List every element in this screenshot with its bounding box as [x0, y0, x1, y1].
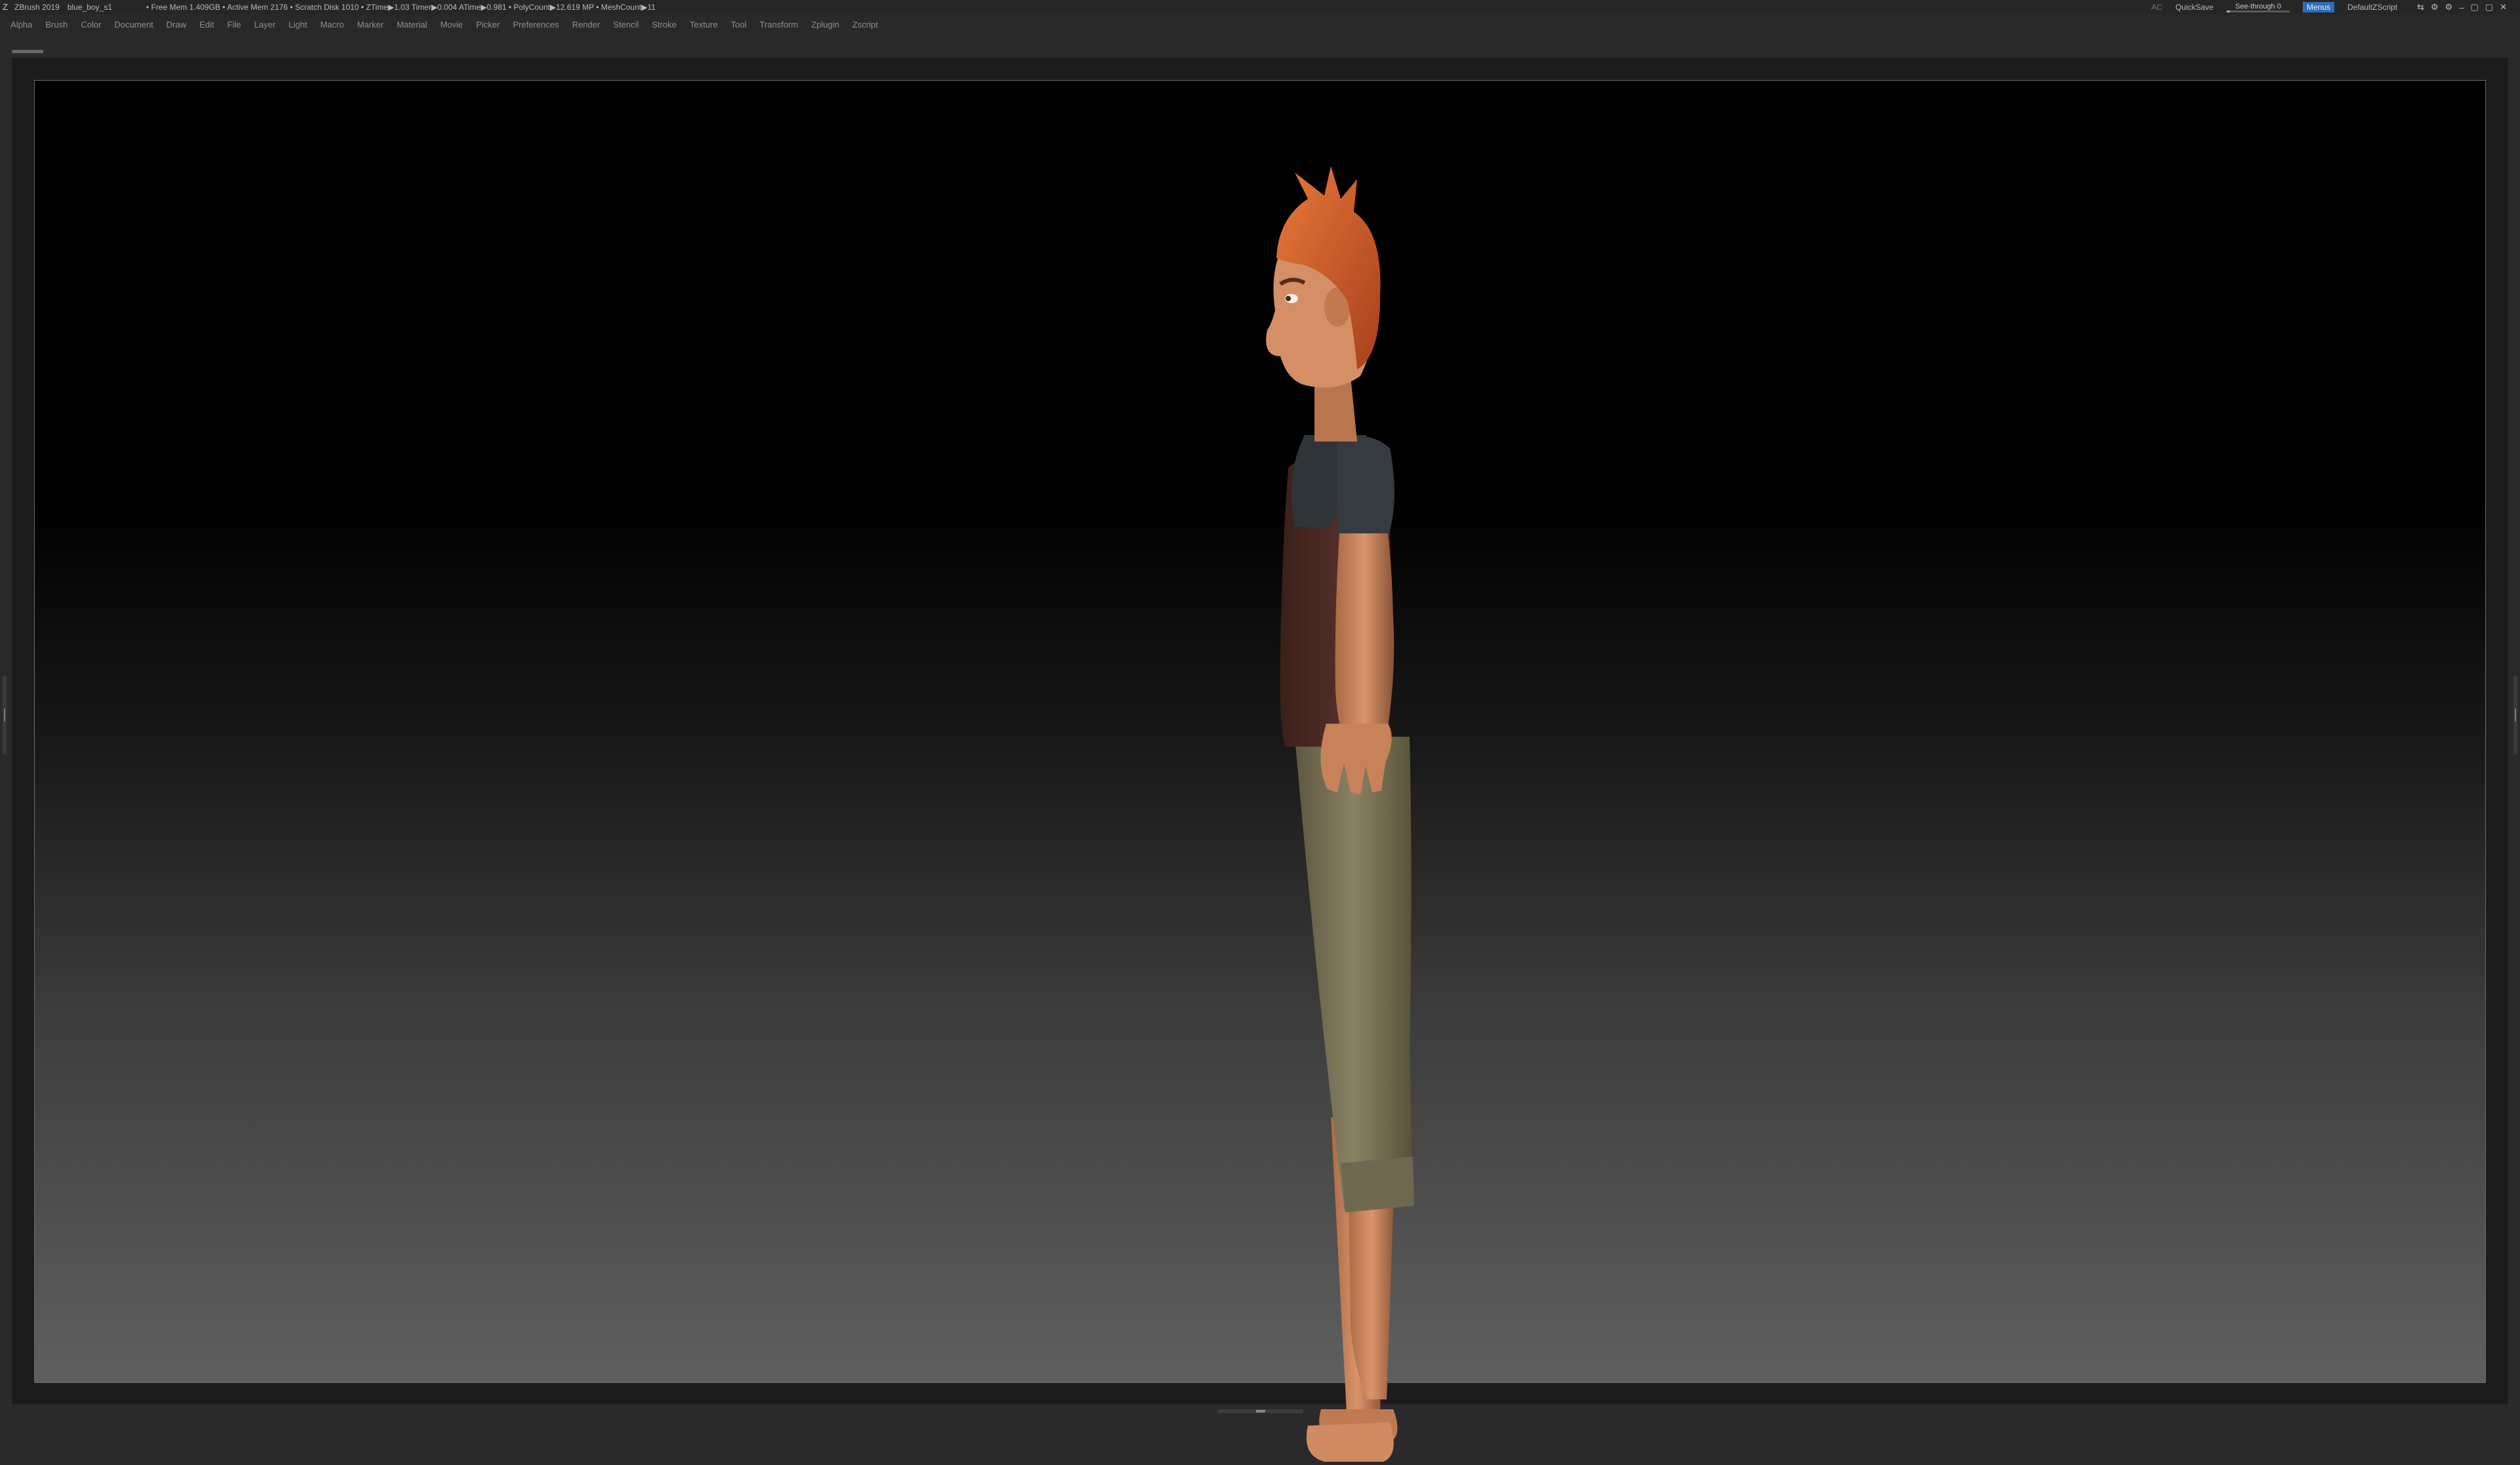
left-tray-handle[interactable]: [3, 676, 7, 754]
menu-macro[interactable]: Macro: [320, 20, 344, 30]
menu-color[interactable]: Color: [81, 20, 101, 30]
menu-marker[interactable]: Marker: [357, 20, 383, 30]
menu-stencil[interactable]: Stencil: [613, 20, 639, 30]
lock-icon[interactable]: ▢: [2471, 2, 2479, 12]
layout-arrows-icon[interactable]: ⇆: [2417, 2, 2424, 12]
menu-light[interactable]: Light: [289, 20, 307, 30]
interface-icon[interactable]: ⚙: [2431, 2, 2439, 12]
menu-document[interactable]: Document: [114, 20, 153, 30]
minimize-icon[interactable]: –: [2459, 3, 2464, 12]
menu-texture[interactable]: Texture: [690, 20, 718, 30]
menu-zscript[interactable]: Zscript: [852, 20, 878, 30]
pants: [1295, 737, 1413, 1209]
window-controls-icon: ⇆ ⚙ ⚙ – ▢ ▢ ✕: [2410, 2, 2507, 12]
project-name: blue_boy_s1: [67, 3, 112, 12]
shirt-sleeve: [1337, 436, 1395, 537]
title-bar: Z ZBrush 2019 blue_boy_s1 • Free Mem 1.4…: [0, 0, 2520, 14]
see-through-label: See-through 0: [2235, 3, 2281, 10]
quicksave-button[interactable]: QuickSave: [2175, 3, 2214, 12]
see-through-slider[interactable]: See-through 0: [2226, 2, 2290, 12]
ac-button[interactable]: AC: [2151, 3, 2162, 12]
default-zscript-button[interactable]: DefaultZScript: [2347, 3, 2397, 12]
menu-file[interactable]: File: [227, 20, 241, 30]
see-through-fill: [2226, 10, 2230, 12]
arm: [1335, 533, 1395, 737]
menu-zplugin[interactable]: Zplugin: [811, 20, 839, 30]
zbrush-logo-icon: Z: [3, 2, 8, 12]
tray-strip: [0, 34, 2520, 58]
right-tray-handle[interactable]: [2513, 676, 2517, 754]
menu-transform[interactable]: Transform: [759, 20, 798, 30]
pants-cuff: [1341, 1157, 1414, 1212]
menu-draw[interactable]: Draw: [167, 20, 186, 30]
iris: [1286, 296, 1291, 301]
menu-alpha[interactable]: Alpha: [10, 20, 32, 30]
menu-render[interactable]: Render: [572, 20, 600, 30]
foot-front: [1306, 1422, 1394, 1462]
hand: [1320, 724, 1392, 794]
see-through-track: [2226, 10, 2290, 12]
bottom-tray-handle[interactable]: [1218, 1409, 1303, 1413]
menu-picker[interactable]: Picker: [476, 20, 500, 30]
main-menu-bar: Alpha Brush Color Document Draw Edit Fil…: [0, 14, 2520, 34]
menus-toggle-button[interactable]: Menus: [2302, 2, 2335, 12]
maximize-icon[interactable]: ▢: [2485, 2, 2493, 12]
menu-material[interactable]: Material: [397, 20, 427, 30]
menu-stroke[interactable]: Stroke: [652, 20, 677, 30]
title-bar-controls: AC QuickSave See-through 0 Menus Default…: [2151, 0, 2520, 14]
close-icon[interactable]: ✕: [2500, 2, 2507, 12]
menu-preferences[interactable]: Preferences: [513, 20, 559, 30]
document-canvas[interactable]: [34, 80, 2486, 1462]
menu-tool[interactable]: Tool: [731, 20, 747, 30]
tray-handle[interactable]: [12, 50, 43, 53]
character-model: [1266, 166, 1414, 1462]
menu-edit[interactable]: Edit: [200, 20, 214, 30]
config-icon[interactable]: ⚙: [2445, 2, 2453, 12]
app-title: ZBrush 2019: [14, 3, 60, 12]
menu-movie[interactable]: Movie: [440, 20, 463, 30]
menu-brush[interactable]: Brush: [45, 20, 68, 30]
menu-layer[interactable]: Layer: [254, 20, 276, 30]
memory-stats: • Free Mem 1.409GB • Active Mem 2176 • S…: [146, 3, 656, 12]
